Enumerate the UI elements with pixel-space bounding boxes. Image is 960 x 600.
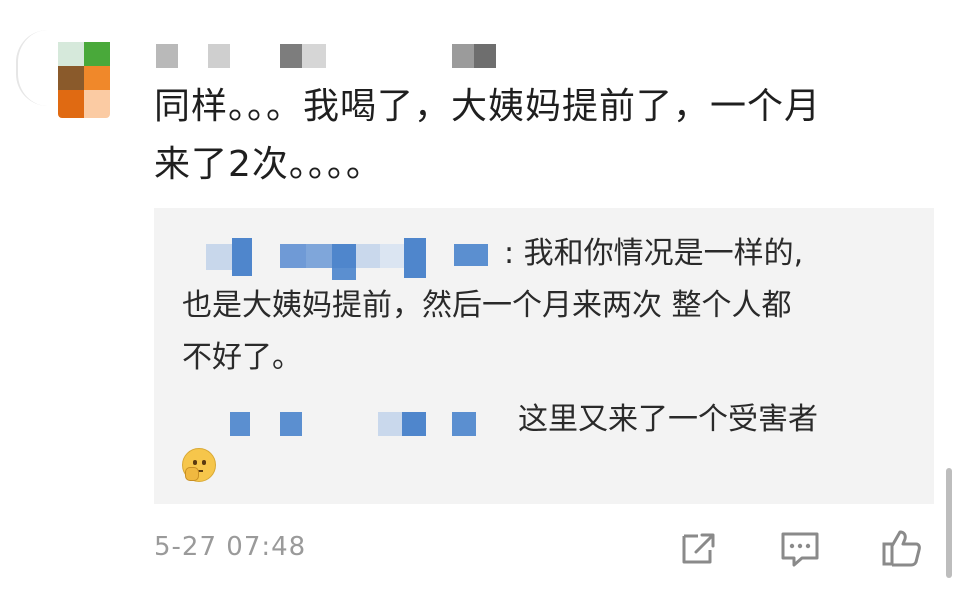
comment-text: 同样。。。我喝了，大姨妈提前了，一个月 来了2次。。。。 [154,78,944,194]
like-button[interactable] [880,526,924,570]
comment-timestamp: 5-27 07:48 [154,532,307,562]
reply-line-3: 不好了。 [182,340,302,375]
thumbs-up-icon [882,530,921,567]
reply-line-2: 也是大姨妈提前，然后一个月来两次 整个人都 [182,288,792,323]
thinking-face-icon [182,448,216,482]
reply-text: : 我和你情况是一样的, 也是大姨妈提前，然后一个月来两次 整个人都 不好了。 [182,228,912,384]
reply2-text: 这里又来了一个受害者 [518,402,818,437]
share-icon [682,533,715,564]
comment-button[interactable] [778,526,822,570]
comment-icon [781,532,819,567]
reply2-author-name-blurred[interactable] [230,412,490,438]
comment-line-1: 同样。。。我喝了，大姨妈提前了，一个月 [154,86,822,127]
scrollbar[interactable] [946,468,952,578]
avatar-ring [16,30,48,106]
reply-box[interactable]: : 我和你情况是一样的, 也是大姨妈提前，然后一个月来两次 整个人都 不好了。 … [154,208,934,504]
comment-line-2: 来了2次。。。。 [154,144,383,185]
share-button[interactable] [676,526,720,570]
reply-line-1: : 我和你情况是一样的, [504,236,804,271]
avatar-pixels [58,18,110,118]
